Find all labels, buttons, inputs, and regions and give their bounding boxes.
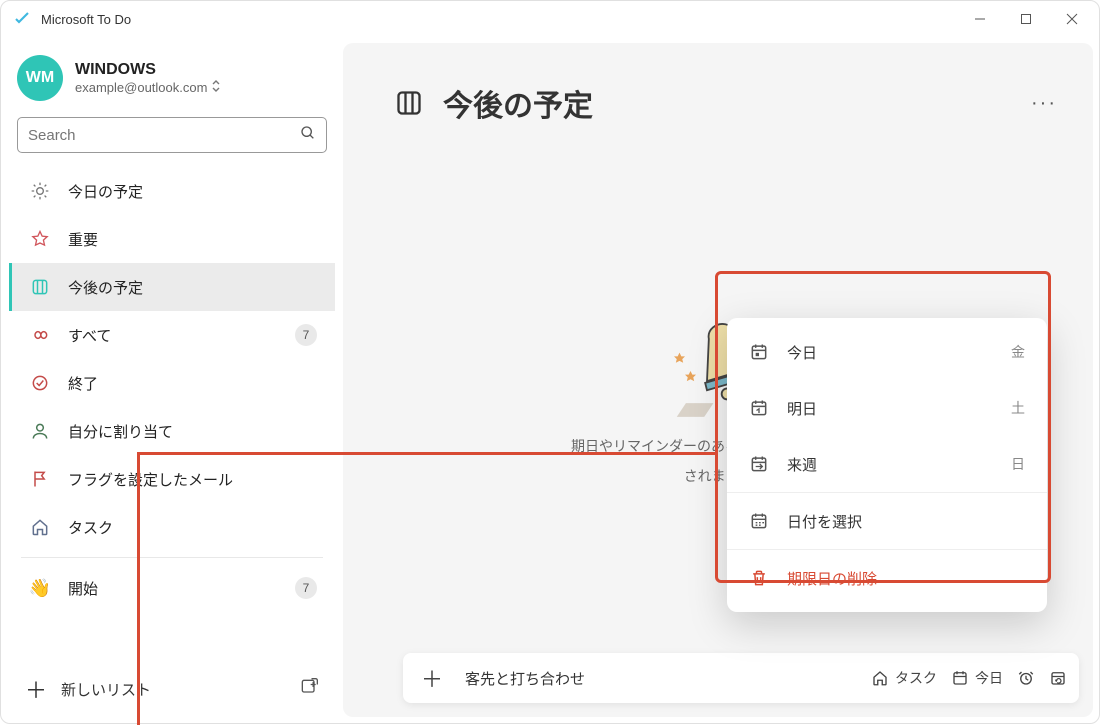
nav-label: 開始: [68, 578, 98, 599]
minimize-button[interactable]: [957, 1, 1003, 37]
add-task-input[interactable]: [465, 670, 855, 687]
app-logo-icon: [13, 10, 31, 28]
sun-icon: [30, 181, 50, 201]
page-title: 今後の予定: [443, 81, 593, 125]
upcoming-icon: [30, 277, 50, 297]
calendar-pick-icon: [749, 511, 769, 531]
app-title: Microsoft To Do: [41, 12, 131, 27]
nav-label: フラグを設定したメール: [68, 469, 233, 490]
task-chip-row: タスク 今日: [871, 668, 1067, 688]
nav-item-flagged[interactable]: フラグを設定したメール: [9, 455, 335, 503]
nav-label: 終了: [68, 373, 98, 394]
nav-item-upcoming[interactable]: 今後の予定: [9, 263, 335, 311]
check-circle-icon: [30, 373, 50, 393]
nav-label: 今日の予定: [68, 181, 143, 202]
chip-due[interactable]: 今日: [951, 668, 1003, 688]
popup-remove-due[interactable]: 期限日の削除: [727, 550, 1047, 606]
popup-nextweek[interactable]: 来週 日: [727, 436, 1047, 492]
nav-list: 今日の予定 重要 今後の予定 すべて 7 終了: [9, 167, 335, 612]
add-task-plus-icon: ＋: [421, 662, 443, 694]
account-name: WINDOWS: [75, 60, 221, 80]
person-icon: [30, 421, 50, 441]
account-email: example@outlook.com: [75, 80, 221, 97]
new-list-label: 新しいリスト: [61, 679, 151, 700]
nav-item-getting-started[interactable]: 👋 開始 7: [9, 564, 335, 612]
add-task-bar[interactable]: ＋ タスク 今日: [403, 653, 1079, 703]
chip-list[interactable]: タスク: [871, 668, 937, 688]
avatar: WM: [17, 55, 63, 101]
new-list-row[interactable]: ＋ 新しいリスト: [9, 665, 335, 715]
infinity-icon: [30, 325, 50, 345]
nav-item-assigned[interactable]: 自分に割り当て: [9, 407, 335, 455]
calendar-today-icon: [749, 342, 769, 362]
nav-item-important[interactable]: 重要: [9, 215, 335, 263]
search-box[interactable]: [17, 117, 327, 153]
home-icon: [30, 517, 50, 537]
trash-icon: [749, 568, 769, 588]
chip-reminder[interactable]: [1017, 669, 1035, 687]
nav-item-today[interactable]: 今日の予定: [9, 167, 335, 215]
nav-label: すべて: [68, 325, 111, 346]
wave-icon: 👋: [30, 578, 50, 598]
sidebar: WM WINDOWS example@outlook.com: [1, 37, 343, 723]
nav-item-tasks[interactable]: タスク: [9, 503, 335, 551]
nav-label: 自分に割り当て: [68, 421, 173, 442]
calendar-tomorrow-icon: [749, 398, 769, 418]
popup-tomorrow[interactable]: 明日 土: [727, 380, 1047, 436]
maximize-button[interactable]: [1003, 1, 1049, 37]
due-date-popup: 今日 金 明日 土 来週 日 日付を選択: [727, 318, 1047, 612]
popup-today[interactable]: 今日 金: [727, 324, 1047, 380]
main-panel: 今後の予定 ··· 期日やリマインダーのあるタスクがここに表示 されます。: [343, 43, 1093, 717]
nav-badge: 7: [295, 577, 317, 599]
nav-item-all[interactable]: すべて 7: [9, 311, 335, 359]
more-menu-button[interactable]: ···: [1031, 92, 1057, 115]
nav-badge: 7: [295, 324, 317, 346]
search-input[interactable]: [28, 127, 300, 144]
nav-item-completed[interactable]: 終了: [9, 359, 335, 407]
window-controls: [957, 1, 1095, 37]
app-window: Microsoft To Do WM WINDOWS example@outlo…: [0, 0, 1100, 724]
titlebar: Microsoft To Do: [1, 1, 1099, 37]
flag-icon: [30, 469, 50, 489]
nav-label: 今後の予定: [68, 277, 143, 298]
star-icon: [30, 229, 50, 249]
nav-label: タスク: [68, 517, 113, 538]
calendar-nextweek-icon: [749, 454, 769, 474]
new-group-icon[interactable]: [299, 677, 319, 701]
nav-separator: [21, 557, 323, 558]
search-icon: [300, 125, 316, 145]
chip-repeat[interactable]: [1049, 669, 1067, 687]
main-header: 今後の予定 ···: [343, 43, 1093, 149]
upcoming-header-icon: [395, 89, 423, 117]
nav-label: 重要: [68, 229, 98, 250]
account-header[interactable]: WM WINDOWS example@outlook.com: [9, 49, 335, 113]
expand-account-icon: [211, 80, 221, 97]
close-button[interactable]: [1049, 1, 1095, 37]
plus-icon: ＋: [25, 673, 47, 705]
popup-pick-date[interactable]: 日付を選択: [727, 493, 1047, 549]
